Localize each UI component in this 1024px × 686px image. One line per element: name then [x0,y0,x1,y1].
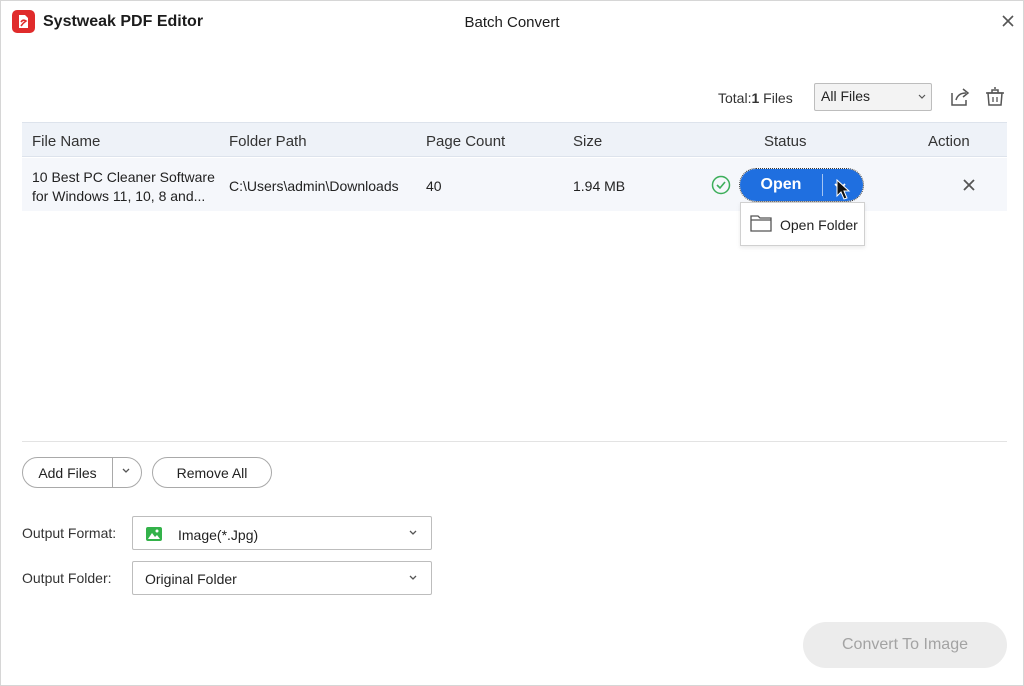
page-count-cell: 40 [426,178,442,194]
column-header-page-count[interactable]: Page Count [426,133,505,150]
add-files-button-label[interactable]: Add Files [23,465,112,481]
total-files-label: Total:1 Files [718,90,793,106]
total-files-count: 1 [751,90,760,106]
open-folder-label: Open Folder [780,217,858,233]
output-folder-label: Output Folder: [22,570,112,586]
column-header-file-name[interactable]: File Name [32,133,100,150]
files-table-header: File Name Folder Path Page Count Size St… [22,122,1007,157]
chevron-down-icon [409,530,417,535]
remove-row-button[interactable] [960,176,978,194]
file-name-cell: 10 Best PC Cleaner Software for Windows … [32,169,215,204]
chevron-down-icon[interactable] [120,465,132,477]
folder-icon [750,215,772,232]
output-folder-value: Original Folder [145,571,237,587]
column-header-status: Status [764,133,807,150]
close-icon [963,179,975,191]
open-button-label[interactable]: Open [740,176,822,194]
output-format-value: Image(*.Jpg) [178,527,259,543]
clean-trash-icon [986,87,1004,106]
folder-path-cell: C:\Users\admin\Downloads [229,178,399,194]
mouse-cursor-icon [836,179,851,200]
column-header-folder-path[interactable]: Folder Path [229,133,307,150]
batch-convert-window: Systweak PDF Editor Batch Convert Total:… [0,0,1024,686]
file-filter-value: All Files [821,88,871,104]
section-divider [22,441,1007,442]
export-button[interactable] [947,84,973,110]
success-check-icon [711,175,731,195]
convert-to-image-button[interactable]: Convert To Image [803,622,1007,668]
image-format-icon [146,527,162,541]
output-format-label: Output Format: [22,525,117,541]
export-icon [951,88,970,106]
column-header-size[interactable]: Size [573,133,602,150]
close-icon [1002,15,1014,27]
window-title: Batch Convert [464,14,560,31]
chevron-down-icon [409,575,417,580]
chevron-down-icon [918,94,926,99]
open-folder-menu-item[interactable]: Open Folder [740,202,865,246]
file-filter-select[interactable]: All Files [814,83,932,111]
add-files-split-button[interactable]: Add Files [22,457,142,488]
split-divider [822,174,823,196]
split-divider [112,458,113,487]
close-window-button[interactable] [997,10,1019,32]
clear-list-button[interactable] [982,84,1008,110]
column-header-action: Action [928,133,970,150]
output-folder-select[interactable]: Original Folder [132,561,432,595]
output-format-select[interactable]: Image(*.Jpg) [132,516,432,550]
size-cell: 1.94 MB [573,178,626,194]
remove-all-button[interactable]: Remove All [152,457,272,488]
title-bar: Systweak PDF Editor Batch Convert [1,1,1023,43]
